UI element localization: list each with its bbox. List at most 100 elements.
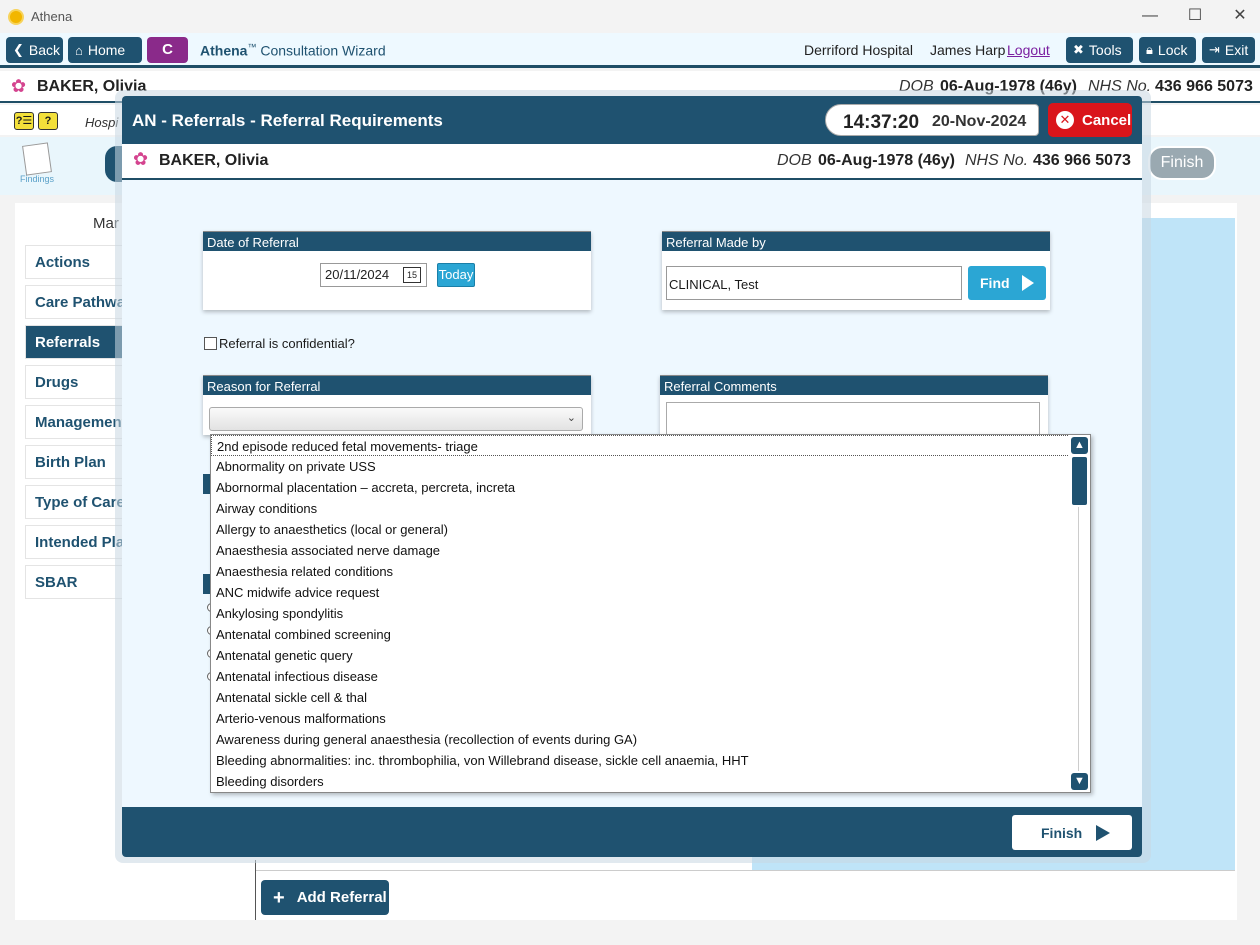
dropdown-option[interactable]: Antenatal infectious disease <box>211 666 1090 687</box>
exit-button[interactable]: ⇥ Exit <box>1202 37 1255 63</box>
scrollbar-thumb[interactable] <box>1072 457 1087 505</box>
cancel-button[interactable]: ✕ Cancel <box>1048 103 1132 137</box>
sidebar-item-care-pathway[interactable]: Care Pathway <box>25 285 125 319</box>
dropdown-option[interactable]: Bleeding abnormalities: inc. thrombophil… <box>211 750 1090 771</box>
dropdown-option[interactable]: Ankylosing spondylitis <box>211 603 1090 624</box>
help-icon[interactable]: ? <box>38 112 58 130</box>
home-icon: ⌂ <box>75 42 83 58</box>
confidential-label: Referral is confidential? <box>219 336 355 351</box>
play-arrow-icon <box>1021 275 1034 291</box>
dropdown-option[interactable]: Awareness during general anaesthesia (re… <box>211 729 1090 750</box>
dropdown-option[interactable]: ANC midwife advice request <box>211 582 1090 603</box>
play-arrow-icon <box>1096 824 1111 841</box>
dialog-title: AN - Referrals - Referral Requirements <box>132 111 443 130</box>
exit-icon: ⇥ <box>1209 42 1220 57</box>
reason-dropdown-list[interactable]: 2nd episode reduced fetal movements- tri… <box>210 434 1091 793</box>
finish-nav-button[interactable]: Finish <box>1148 146 1216 180</box>
divider-vertical <box>255 860 256 920</box>
referral-date-value: 20/11/2024 <box>325 267 390 282</box>
consultation-badge[interactable]: C <box>147 37 188 63</box>
chevron-left-icon: ❮ <box>13 42 24 57</box>
finish-button[interactable]: Finish <box>1012 815 1132 850</box>
dropdown-option[interactable]: Anaesthesia related conditions <box>211 561 1090 582</box>
lock-icon: 🔒︎ <box>1146 42 1153 57</box>
today-button[interactable]: Today <box>437 263 475 287</box>
reason-select[interactable]: ⌄ <box>209 407 583 431</box>
athena-logo-icon <box>8 8 24 25</box>
dropdown-option[interactable]: Antenatal genetic query <box>211 645 1090 666</box>
referral-comments-section: Referral Comments <box>660 375 1048 442</box>
wizard-title: Athena™ Consultation Wizard <box>200 42 386 59</box>
add-referral-button[interactable]: + Add Referral <box>261 880 389 915</box>
hospital-truncated: Hospi <box>85 115 119 130</box>
cancel-icon: ✕ <box>1056 111 1074 129</box>
dropdown-option[interactable]: Antenatal sickle cell & thal <box>211 687 1090 708</box>
sidebar-item-birth-plan[interactable]: Birth Plan <box>25 445 125 479</box>
flower-icon: ✿ <box>11 76 27 96</box>
exit-label: Exit <box>1224 42 1249 58</box>
maximize-icon[interactable]: ☐ <box>1185 6 1205 26</box>
date-of-referral-section: Date of Referral 20/11/2024 15 Today <box>203 231 591 310</box>
wizard-title-text: Consultation Wizard <box>260 42 386 59</box>
dropdown-option[interactable]: Anaesthesia associated nerve damage <box>211 540 1090 561</box>
dropdown-option[interactable]: Allergy to anaesthetics (local or genera… <box>211 519 1090 540</box>
close-icon[interactable]: ✕ <box>1230 6 1250 26</box>
dialog-patient-name: BAKER, Olivia <box>159 152 269 169</box>
checkbox-box[interactable] <box>204 337 217 350</box>
findings-button[interactable]: Findings <box>20 142 55 188</box>
dropdown-scrollbar[interactable]: ▲ ▼ <box>1069 435 1090 792</box>
back-button[interactable]: ❮ Back <box>6 37 63 63</box>
dialog-nhs-value: 436 966 5073 <box>1033 152 1131 169</box>
dialog-dob-value: 06-Aug-1978 (46y) <box>818 152 955 169</box>
scroll-up-icon[interactable]: ▲ <box>1071 437 1088 454</box>
sidebar-item-intended-plan[interactable]: Intended Pla <box>25 525 125 559</box>
home-label: Home <box>87 42 126 58</box>
window-titlebar: Athena — ☐ ✕ <box>0 0 1260 33</box>
referral-comments-header: Referral Comments <box>660 375 1048 395</box>
sidebar-item-management[interactable]: Management <box>25 405 125 439</box>
flower-icon: ✿ <box>133 149 149 169</box>
sidebar-item-referrals[interactable]: Referrals <box>25 325 125 359</box>
dialog-nhs-label: NHS No. <box>965 152 1029 169</box>
sidebar-item-sbar[interactable]: SBAR <box>25 565 125 599</box>
chevron-down-icon: ⌄ <box>566 412 576 424</box>
find-button[interactable]: Find <box>968 266 1046 300</box>
reason-for-referral-section: Reason for Referral ⌄ <box>203 375 591 435</box>
referral-made-by-header: Referral Made by <box>662 231 1050 251</box>
sidebar-item-drugs[interactable]: Drugs <box>25 365 125 399</box>
scroll-down-icon[interactable]: ▼ <box>1071 773 1088 790</box>
dropdown-option[interactable]: Abnormality on private USS <box>211 456 1090 477</box>
scrollbar-track <box>1078 507 1079 771</box>
dialog-header: AN - Referrals - Referral Requirements 1… <box>122 96 1142 144</box>
calendar-icon[interactable]: 15 <box>403 267 421 283</box>
referral-made-by-input[interactable]: CLINICAL, Test <box>666 266 962 300</box>
dropdown-option[interactable]: Abornormal placentation – accreta, percr… <box>211 477 1090 498</box>
dialog-dob-label: DOB <box>777 152 812 169</box>
dropdown-option[interactable]: Bleeding disorders <box>211 771 1090 792</box>
sidebar-item-actions[interactable]: Actions <box>25 245 125 279</box>
dialog-patient-banner: ✿ BAKER, Olivia DOB 06-Aug-1978 (46y) NH… <box>122 144 1142 180</box>
back-label: Back <box>28 42 61 58</box>
clock-display: 14:37:20 20-Nov-2024 <box>825 104 1039 136</box>
dropdown-option[interactable]: Antenatal combined screening <box>211 624 1090 645</box>
finish-label: Finish <box>1041 824 1083 841</box>
minimize-icon[interactable]: — <box>1140 6 1160 26</box>
date-of-referral-header: Date of Referral <box>203 231 591 251</box>
home-button[interactable]: ⌂ Home <box>68 37 142 63</box>
question-list-icon[interactable]: ?☰ <box>14 112 34 130</box>
logout-link[interactable]: Logout <box>1007 42 1050 58</box>
user-name: James Harp <box>930 42 1006 58</box>
dialog-footer: Finish <box>122 807 1142 857</box>
tools-button[interactable]: ✖ Tools <box>1066 37 1133 63</box>
dropdown-option[interactable]: 2nd episode reduced fetal movements- tri… <box>211 435 1090 456</box>
dropdown-option[interactable]: Arterio-venous malformations <box>211 708 1090 729</box>
dropdown-option[interactable]: Airway conditions <box>211 498 1090 519</box>
referral-date-input[interactable]: 20/11/2024 15 <box>320 263 427 287</box>
clock-date: 20-Nov-2024 <box>932 113 1027 130</box>
findings-label: Findings <box>20 174 55 184</box>
confidential-checkbox[interactable]: Referral is confidential? <box>204 336 355 351</box>
tools-label: Tools <box>1088 42 1122 58</box>
lock-button[interactable]: 🔒︎ Lock <box>1139 37 1196 63</box>
add-referral-label: Add Referral <box>296 889 387 906</box>
sidebar-item-type-of-care[interactable]: Type of Care <box>25 485 125 519</box>
